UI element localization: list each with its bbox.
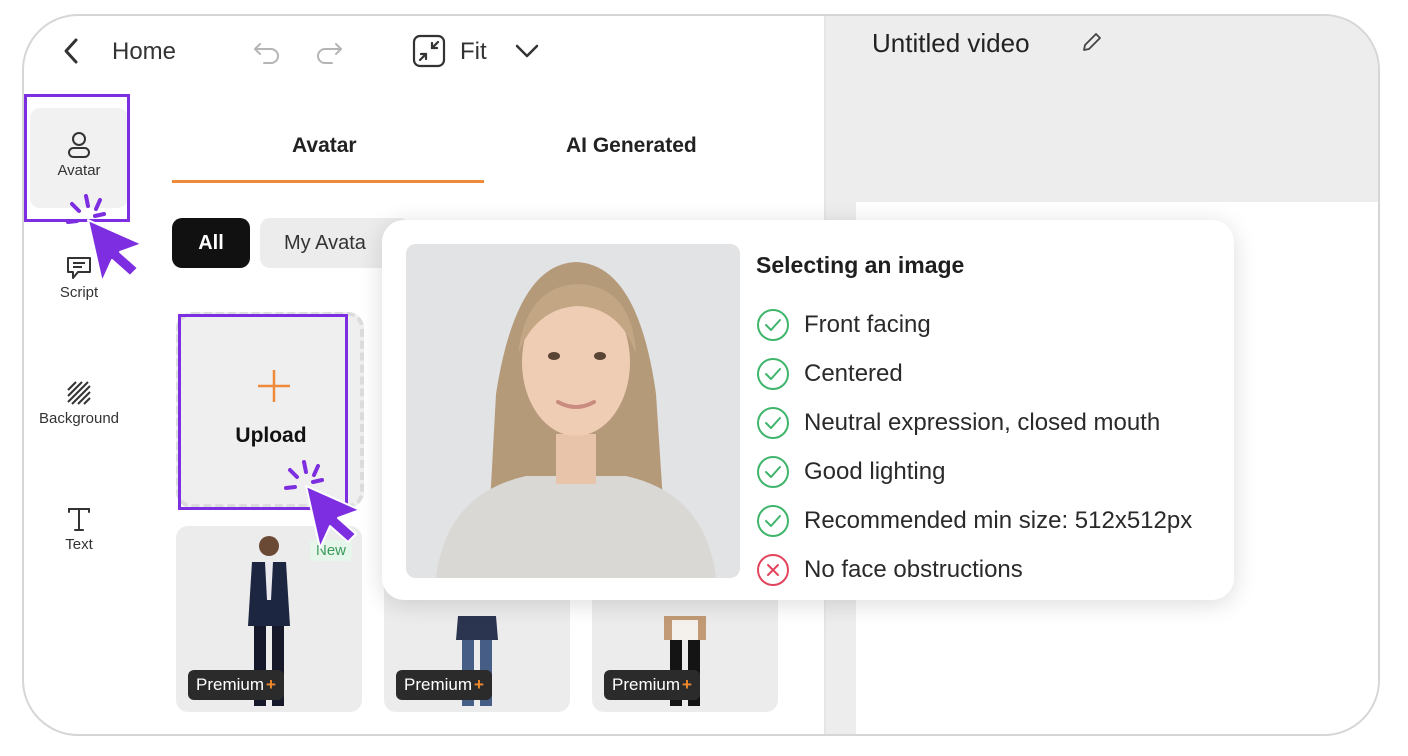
premium-plus: + [474, 675, 484, 694]
tip-text: Neutral expression, closed mouth [804, 409, 1161, 436]
tip-item: Good lighting [756, 455, 945, 489]
example-portrait-image [406, 244, 740, 578]
premium-badge: Premium + [188, 670, 284, 700]
sidebar-item-background[interactable]: Background [34, 378, 124, 427]
undo-icon[interactable] [252, 38, 282, 64]
tip-text: Recommended min size: 512x512px [804, 507, 1193, 534]
portrait-illustration [406, 244, 740, 578]
check-circle-icon [757, 505, 789, 537]
popover-title: Selecting an image [756, 252, 965, 278]
chevron-down-icon[interactable] [514, 42, 540, 60]
tip-item: Front facing [756, 308, 931, 342]
premium-label: Premium [404, 675, 473, 694]
premium-plus: + [266, 675, 276, 694]
tip-text: Front facing [804, 311, 931, 338]
premium-badge: Premium + [604, 670, 700, 700]
tip-item: Recommended min size: 512x512px [756, 504, 1192, 538]
chevron-left-icon[interactable] [60, 36, 82, 66]
premium-label: Premium [612, 675, 681, 694]
tip-text: Centered [804, 360, 903, 387]
check-circle-icon [757, 358, 789, 390]
click-cursor-icon [284, 460, 361, 549]
premium-badge: Premium + [396, 670, 492, 700]
top-toolbar: Home Fit [24, 16, 824, 88]
active-tab-indicator [172, 180, 484, 183]
tab-ai-generated[interactable]: AI Generated [566, 134, 697, 158]
check-circle-icon [757, 407, 789, 439]
premium-label: Premium [196, 675, 265, 694]
tip-item: Neutral expression, closed mouth [756, 406, 1160, 440]
click-cursor-icon [66, 194, 143, 283]
text-icon [68, 508, 90, 531]
image-guidelines-popover: Selecting an image Front facing Centered… [382, 220, 1234, 600]
tip-text: No face obstructions [804, 556, 1023, 583]
sidebar-item-label: Text [65, 536, 93, 553]
sidebar-item-label: Background [38, 410, 120, 427]
pencil-icon[interactable] [1080, 30, 1104, 54]
x-circle-icon [757, 554, 789, 586]
check-circle-icon [757, 309, 789, 341]
video-title[interactable]: Untitled video [872, 28, 1030, 59]
sidebar-item-text[interactable]: Text [34, 504, 124, 553]
tab-avatar[interactable]: Avatar [292, 134, 357, 158]
sidebar-item-label: Script [59, 284, 99, 301]
zoom-fit-label[interactable]: Fit [460, 38, 487, 66]
tip-text: Good lighting [804, 458, 946, 485]
home-link[interactable]: Home [112, 38, 176, 66]
redo-icon[interactable] [314, 38, 344, 64]
fit-screen-icon[interactable] [412, 34, 446, 68]
premium-plus: + [682, 675, 692, 694]
hatch-icon [67, 381, 91, 405]
check-circle-icon [757, 456, 789, 488]
app-window: Home Fit Untitled video Avatar Script Ba… [22, 14, 1380, 736]
tip-item: Centered [756, 357, 903, 391]
avatar-card[interactable]: New Premium + [176, 526, 362, 712]
filter-chip-all[interactable]: All [172, 218, 250, 268]
tip-item: No face obstructions [756, 553, 1023, 587]
